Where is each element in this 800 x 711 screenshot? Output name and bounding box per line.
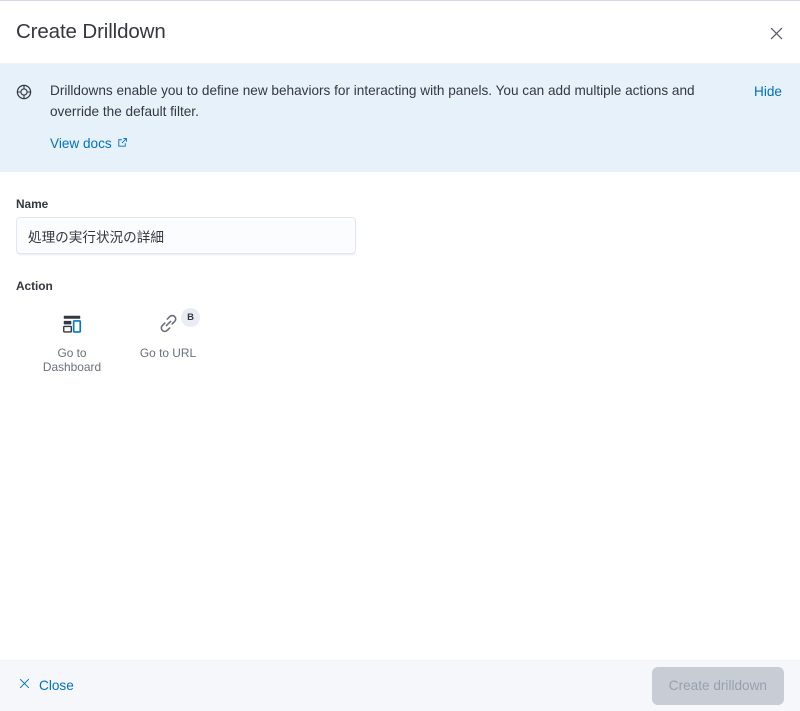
action-card-go-to-dashboard[interactable]: Go to Dashboard [24,306,120,380]
page-title: Create Drilldown [16,20,166,43]
flyout-header: Create Drilldown [0,1,800,64]
close-button[interactable]: Close [16,672,76,700]
create-drilldown-button[interactable]: Create drilldown [651,667,784,705]
callout-body: Drilldowns enable you to define new beha… [32,80,754,154]
info-callout: Drilldowns enable you to define new beha… [0,64,800,172]
cross-icon [18,676,31,696]
view-docs-label: View docs [50,136,112,151]
external-link-icon [117,134,128,154]
close-icon [769,26,784,41]
hide-callout-link[interactable]: Hide [754,81,784,102]
dashboard-icon-wrap [26,312,118,338]
flyout-footer: Close Create drilldown [0,660,800,711]
beta-badge: B [181,308,200,327]
action-card-label: Go to URL [139,346,197,360]
dashboard-app-icon [61,313,83,338]
link-icon [158,313,179,337]
flyout-body: Name Action [0,172,800,660]
action-type-grid: Go to Dashboard B Go to URL [16,306,784,380]
name-label: Name [16,197,49,211]
url-icon-wrap: B [122,308,214,338]
close-button-label: Close [39,678,74,693]
action-card-label: Go to Dashboard [42,346,102,374]
create-drilldown-flyout: Create Drilldown Drilldowns enable you t… [0,0,800,711]
callout-text: Drilldowns enable you to define new beha… [50,83,695,119]
action-section: Action Go to Dashboard B Go to URL [16,278,784,380]
view-docs-link[interactable]: View docs [50,134,128,154]
action-card-go-to-url[interactable]: B Go to URL [120,306,216,366]
name-input[interactable] [16,217,356,254]
help-circle-icon [16,84,32,100]
action-label: Action [16,279,53,293]
close-icon-button[interactable] [762,19,790,47]
